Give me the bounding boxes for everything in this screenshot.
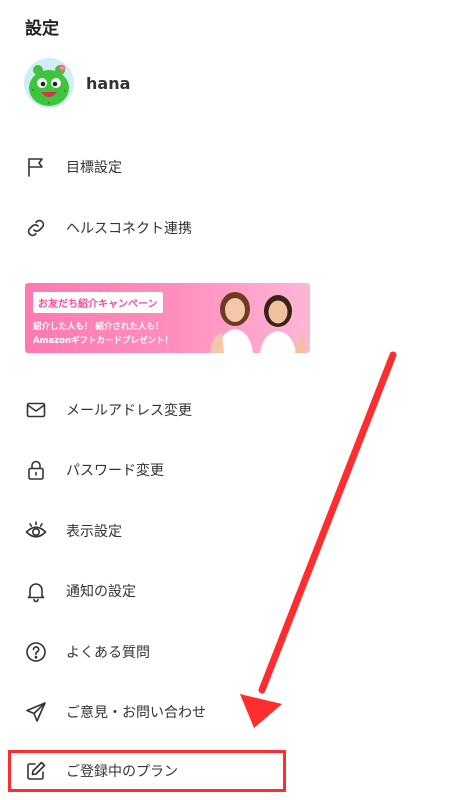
menu-item-health-connect[interactable]: ヘルスコネクト連携 [0, 199, 450, 257]
edit-icon [24, 759, 48, 783]
menu-label: パスワード変更 [66, 463, 164, 479]
banner-line: Amazonギフトカードプレゼント！ [33, 336, 174, 346]
eye-icon [24, 519, 48, 543]
page-title: 設定 [25, 19, 59, 39]
menu-label: ヘルスコネクト連携 [66, 221, 192, 237]
menu-label: ご登録中のプラン [66, 764, 178, 780]
bell-icon [24, 579, 48, 603]
lock-icon [24, 458, 48, 482]
menu-item-password-change[interactable]: パスワード変更 [0, 441, 450, 499]
menu-label: メールアドレス変更 [66, 403, 192, 419]
referral-campaign-banner[interactable]: お友だち紹介キャンペーン 紹介した人も！ 紹介された人も！ Amazonギフトカ… [25, 283, 310, 353]
menu-item-email-change[interactable]: メールアドレス変更 [0, 381, 450, 439]
link-icon [24, 216, 48, 240]
menu-item-contact[interactable]: ご意見・お問い合わせ [0, 683, 450, 741]
mail-icon [24, 398, 48, 422]
banner-line: 紹介した人も！ 紹介された人も！ [33, 322, 164, 332]
username: hana [86, 73, 131, 93]
question-circle-icon [24, 640, 48, 664]
menu-label: 通知の設定 [66, 584, 136, 600]
menu-label: よくある質問 [66, 645, 150, 661]
banner-people-image [210, 292, 306, 353]
paper-plane-icon [24, 700, 48, 724]
profile-row[interactable]: hana [24, 58, 130, 108]
menu-item-notification-settings[interactable]: 通知の設定 [0, 562, 450, 620]
menu-item-goal-settings[interactable]: 目標設定 [0, 138, 450, 196]
menu-label: 目標設定 [66, 160, 122, 176]
menu-item-display-settings[interactable]: 表示設定 [0, 502, 450, 560]
menu-label: 表示設定 [66, 524, 122, 540]
menu-label: ご意見・お問い合わせ [66, 705, 206, 721]
settings-screen: 設定 hana 目標設定 ヘルスコネクト連携 お友だち紹介キャンペーン 紹介した… [0, 0, 450, 800]
banner-tag: お友だち紹介キャンペーン [33, 292, 163, 313]
menu-item-current-plan[interactable]: ご登録中のプラン [0, 742, 450, 800]
avatar [24, 58, 74, 108]
flag-icon [24, 155, 48, 179]
menu-item-faq[interactable]: よくある質問 [0, 623, 450, 681]
